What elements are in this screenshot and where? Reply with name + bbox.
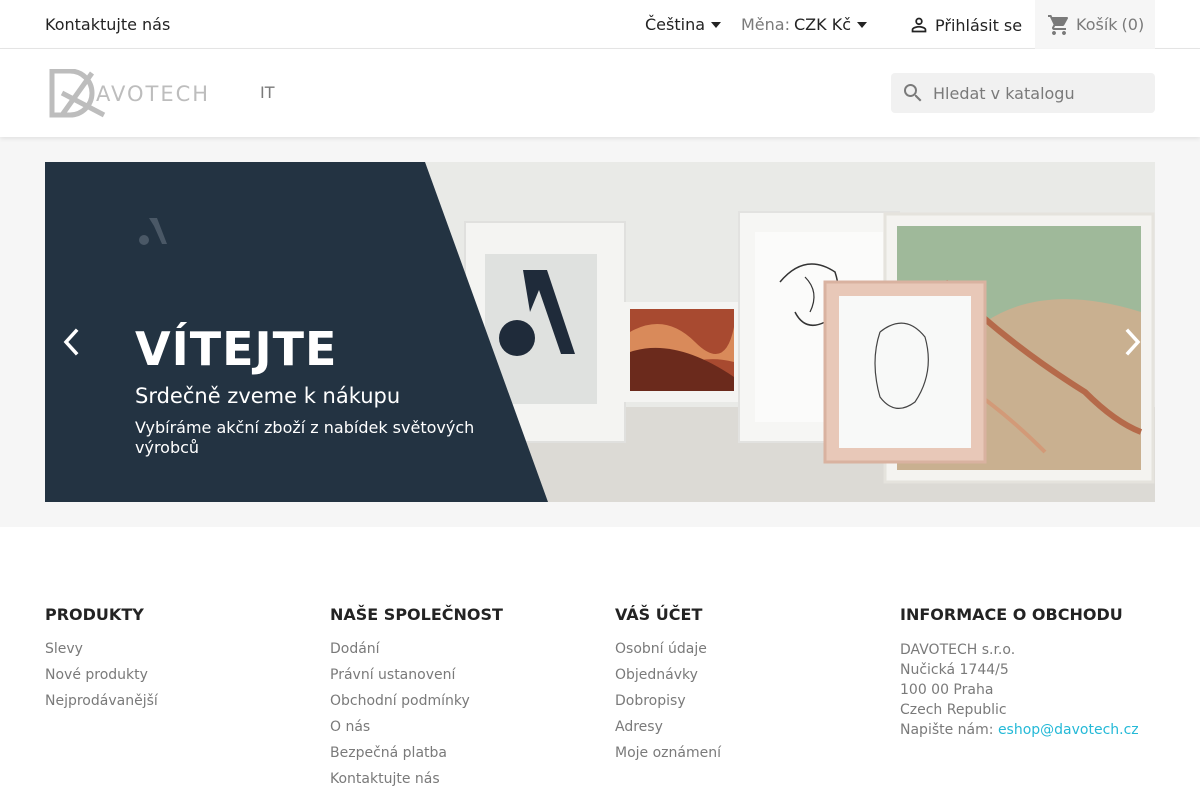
slide-subtitle: Srdečně zveme k nákupu	[135, 384, 401, 408]
store-email-link[interactable]: eshop@davotech.cz	[998, 722, 1139, 738]
user-icon	[911, 17, 927, 33]
footer-heading-products: PRODUKTY	[45, 605, 144, 624]
footer-link-addresses[interactable]: Adresy	[615, 718, 721, 744]
store-city: 100 00 Praha	[900, 682, 994, 698]
slide-description: Vybíráme akční zboží z nabídek světových…	[135, 418, 475, 457]
contact-link[interactable]: Kontaktujte nás	[45, 15, 170, 34]
footer-account: VÁŠ ÚČET Osobní údaje Objednávky Dobropi…	[615, 605, 721, 770]
footer-store-info: INFORMACE O OBCHODU DAVOTECH s.r.o. Nuči…	[900, 605, 1139, 740]
top-bar: Kontaktujte nás Čeština Měna: CZK Kč Při…	[0, 0, 1200, 49]
footer-link-secure-payment[interactable]: Bezpečná platba	[330, 744, 503, 770]
caret-down-icon	[711, 21, 722, 28]
footer-company: NAŠE SPOLEČNOST Dodání Právní ustanovení…	[330, 605, 503, 796]
login-link[interactable]: Přihlásit se	[908, 14, 1022, 36]
footer-link-bestsellers[interactable]: Nejprodávanější	[45, 692, 158, 718]
store-name: DAVOTECH s.r.o.	[900, 642, 1016, 658]
footer-link-legal[interactable]: Právní ustanovení	[330, 666, 503, 692]
language-selector[interactable]: Čeština	[645, 15, 722, 34]
footer-link-terms[interactable]: Obchodní podmínky	[330, 692, 503, 718]
language-value: Čeština	[645, 15, 706, 34]
login-label: Přihlásit se	[935, 15, 1023, 35]
search-icon[interactable]	[901, 81, 925, 105]
store-country: Czech Republic	[900, 702, 1007, 718]
footer-link-personal-info[interactable]: Osobní údaje	[615, 640, 721, 666]
main-header: AVOTECH IT	[0, 49, 1200, 137]
nav-item-it[interactable]: IT	[260, 83, 275, 102]
shopping-cart-icon	[1048, 14, 1069, 35]
footer-heading-account: VÁŠ ÚČET	[615, 605, 703, 624]
site-logo[interactable]: AVOTECH	[48, 68, 208, 119]
search-input[interactable]	[933, 83, 1143, 103]
store-street: Nučická 1744/5	[900, 662, 1009, 678]
footer-heading-company: NAŠE SPOLEČNOST	[330, 605, 503, 624]
footer-link-contact[interactable]: Kontaktujte nás	[330, 770, 503, 796]
currency-value: CZK Kč	[793, 15, 851, 34]
write-us-label: Napište nám:	[900, 722, 994, 738]
cart-count: (0)	[1121, 15, 1145, 34]
cart-button[interactable]: Košík (0)	[1035, 0, 1155, 49]
currency-selector[interactable]: Měna: CZK Kč	[741, 15, 867, 34]
chevron-left-icon[interactable]	[61, 327, 81, 357]
footer-link-slevy[interactable]: Slevy	[45, 640, 158, 666]
caret-down-icon	[856, 21, 867, 28]
footer-link-about[interactable]: O nás	[330, 718, 503, 744]
chevron-right-icon[interactable]	[1123, 327, 1143, 357]
footer-link-new-products[interactable]: Nové produkty	[45, 666, 158, 692]
footer-link-orders[interactable]: Objednávky	[615, 666, 721, 692]
slide-title: VÍTEJTE	[135, 322, 338, 376]
hero-band: VÍTEJTE Srdečně zveme k nákupu Vybíráme …	[0, 137, 1200, 527]
footer-heading-store-info: INFORMACE O OBCHODU	[900, 605, 1123, 624]
cart-label: Košík	[1076, 15, 1118, 34]
footer-products: PRODUKTY Slevy Nové produkty Nejprodávan…	[45, 605, 158, 718]
search-box	[891, 73, 1155, 113]
footer-link-alerts[interactable]: Moje oznámení	[615, 744, 721, 770]
footer-link-delivery[interactable]: Dodání	[330, 640, 503, 666]
footer: PRODUKTY Slevy Nové produkty Nejprodávan…	[0, 527, 1200, 800]
logo-text: AVOTECH	[96, 82, 208, 106]
store-email-line: Napište nám: eshop@davotech.cz	[900, 720, 1139, 740]
currency-label: Měna:	[741, 15, 790, 34]
brand-mark-icon	[139, 218, 167, 245]
footer-link-credit-slips[interactable]: Dobropisy	[615, 692, 721, 718]
hero-slider: VÍTEJTE Srdečně zveme k nákupu Vybíráme …	[45, 162, 1155, 502]
